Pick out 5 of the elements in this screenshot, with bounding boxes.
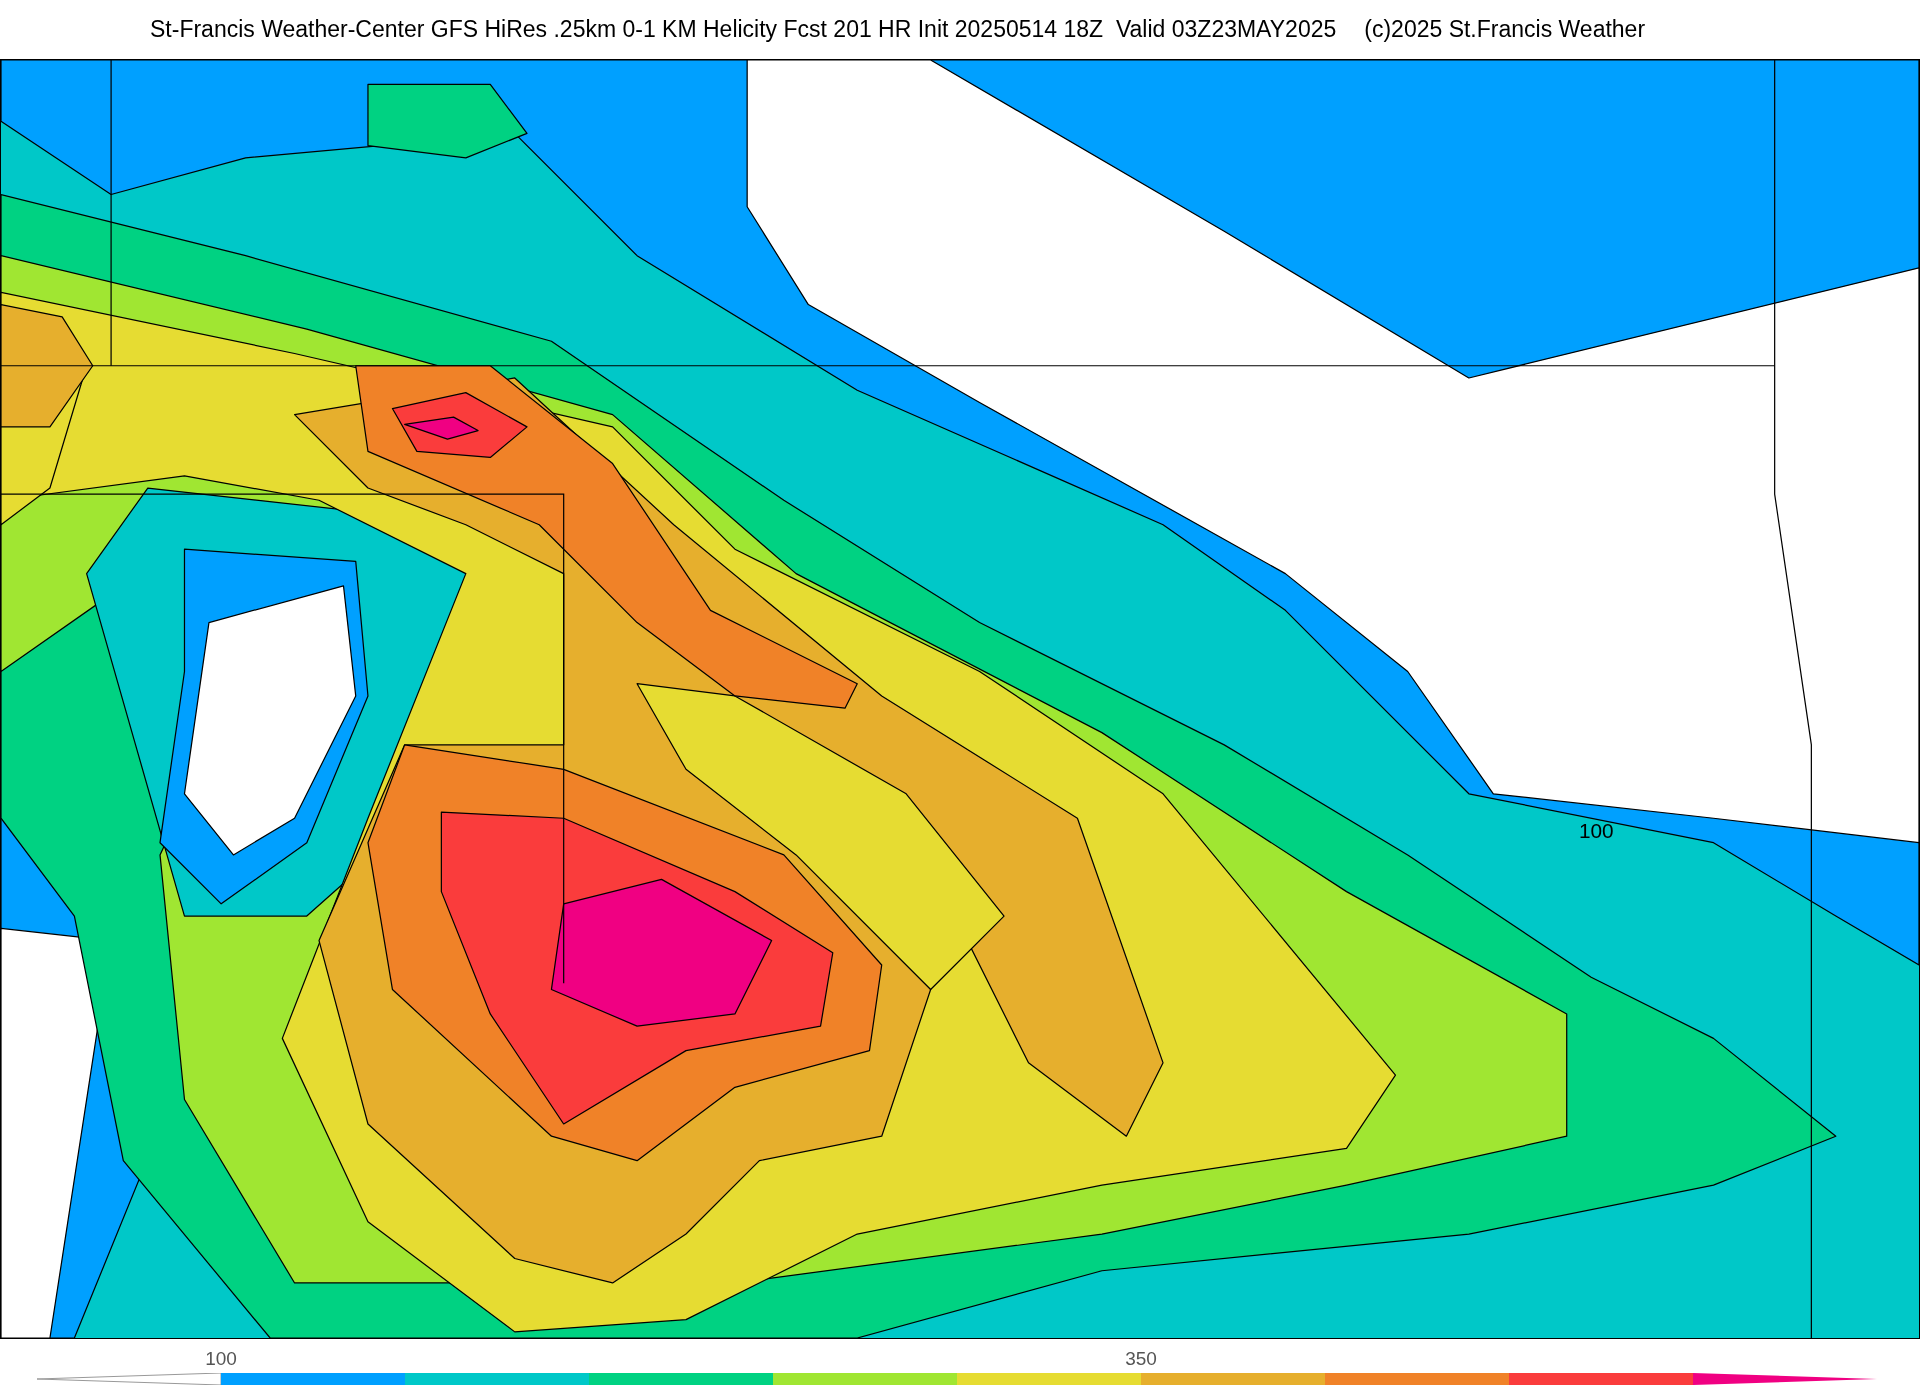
contour-label: 100	[1578, 818, 1614, 842]
chart-title: St-Francis Weather-Center GFS HiRes .25km 0-1 KM Helicity Fcst 201 HR Init 20250514 18Z Valid 03Z23MAY2025	[150, 15, 1337, 45]
copyright-text: (c)2025 St.Francis Weather	[1364, 15, 1646, 45]
colorbar-tick-label: 100	[205, 1347, 237, 1371]
colorbar-tick-label: 350	[1125, 1347, 1157, 1371]
